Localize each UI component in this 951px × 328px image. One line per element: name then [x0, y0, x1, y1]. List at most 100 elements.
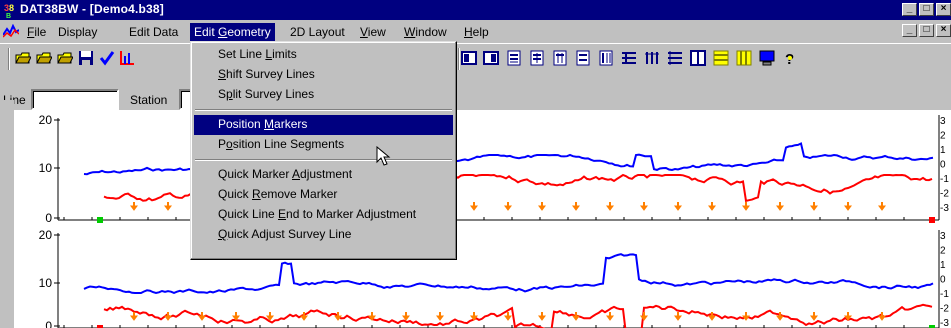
menu-position-markers[interactable]: Position Markers [194, 115, 453, 135]
menu-window[interactable]: Window [400, 23, 451, 41]
menu-2d-layout[interactable]: 2D Layout [286, 23, 349, 41]
marker-arrow [776, 315, 784, 321]
marker-arrow [606, 205, 614, 211]
marker-arrow [334, 315, 342, 321]
right-axis-tick-label: 2 [940, 246, 946, 257]
open-folder-3-icon[interactable] [57, 50, 73, 66]
save-icon[interactable] [78, 50, 94, 66]
open-folder-2-icon[interactable] [36, 50, 52, 66]
right-axis-tick-label: 3 [940, 116, 946, 127]
mdi-restore-button[interactable]: □ [919, 24, 934, 37]
open-folder-icon[interactable] [15, 50, 31, 66]
marker-arrow [164, 205, 172, 211]
right-axis-tick-label: 3 [940, 231, 946, 242]
align-icon-4[interactable] [575, 50, 591, 66]
right-axis-tick-label: -1 [940, 174, 949, 185]
columns-icon[interactable] [736, 50, 752, 66]
marker-arrow [742, 315, 750, 321]
mdi-close-button[interactable]: × [936, 24, 951, 37]
marker-arrow [470, 205, 478, 211]
panel-left-icon[interactable] [461, 50, 477, 66]
menu-quick-marker-adjustment[interactable]: Quick Marker Adjustment [194, 165, 453, 185]
line-input[interactable] [31, 89, 119, 110]
right-axis-tick-label: 0 [940, 275, 946, 286]
profile-chart[interactable]: 201003210-1-2-3201003210-1-2-3 [14, 110, 951, 328]
marker-arrow [198, 315, 206, 321]
svg-text:8: 8 [9, 3, 14, 13]
marker-arrow [504, 315, 512, 321]
menu-separator [195, 109, 452, 111]
profile-chart-area[interactable]: 20 10 0 3 2 1 0 -1 -2 -3 20 10 0 3 2 1 0 -1 -2 -3 [14, 110, 951, 328]
monitor-icon[interactable] [759, 50, 775, 66]
marker-arrow [436, 315, 444, 321]
marker-arrow [606, 315, 614, 321]
marker-arrow [878, 205, 886, 211]
left-axis-tick-label: 20 [39, 113, 53, 127]
menu-split-survey-lines[interactable]: Split Survey Lines [194, 85, 453, 105]
blue-series-line [83, 253, 934, 295]
menu-quick-line-end-to-marker[interactable]: Quick Line End to Marker Adjustment [194, 205, 453, 225]
lines-icon[interactable] [667, 50, 683, 66]
right-axis-tick-label: 0 [940, 160, 946, 171]
align-icon-5[interactable] [598, 50, 614, 66]
app-logo-icon: 3 8 B [3, 2, 19, 18]
align-icon-3[interactable] [552, 50, 568, 66]
mdi-minimize-button[interactable]: _ [902, 24, 917, 37]
menu-edit-data[interactable]: Edit Data [125, 23, 182, 41]
line-end-marker [929, 217, 935, 223]
left-axis-tick-label: 10 [39, 276, 53, 290]
bars-icon[interactable] [644, 50, 660, 66]
right-axis-tick-label: 1 [940, 145, 946, 156]
help-icon[interactable]: ? [782, 50, 798, 66]
marker-arrow [742, 205, 750, 211]
menu-shift-survey-lines[interactable]: Shift Survey Lines [194, 65, 453, 85]
menu-set-line-limits[interactable]: Set Line Limits [194, 45, 453, 65]
window-icon[interactable] [690, 50, 706, 66]
menu-bar: File Display Edit Data Edit Geometry 2D … [0, 20, 951, 42]
right-axis-tick-label: -3 [940, 203, 949, 214]
right-axis-tick-label: -2 [940, 189, 949, 200]
toolbar-grip [8, 48, 10, 70]
menu-view[interactable]: View [356, 23, 390, 41]
document-icon[interactable] [3, 24, 19, 38]
check-icon[interactable] [99, 50, 115, 66]
marker-arrow [572, 315, 580, 321]
menu-file[interactable]: File [23, 23, 50, 41]
minimize-button[interactable]: _ [902, 3, 917, 16]
menu-quick-remove-marker[interactable]: Quick Remove Marker [194, 185, 453, 205]
edit-geometry-dropdown: Set Line Limits Shift Survey Lines Split… [190, 41, 457, 260]
chart-icon[interactable] [119, 50, 135, 66]
marker-arrow [776, 205, 784, 211]
menu-position-line-segments[interactable]: Position Line Segments [194, 135, 453, 155]
marker-arrow [402, 315, 410, 321]
marker-arrow [130, 315, 138, 321]
marker-arrow [674, 205, 682, 211]
menu-quick-adjust-survey-line[interactable]: Quick Adjust Survey Line [194, 225, 453, 245]
svg-text:B: B [6, 13, 11, 18]
menu-edit-geometry[interactable]: Edit Geometry [190, 23, 275, 41]
left-axis-tick-label: 20 [39, 228, 53, 242]
maximize-button[interactable]: □ [919, 3, 934, 16]
list-icon[interactable] [621, 50, 637, 66]
marker-arrow [708, 205, 716, 211]
marker-arrow [164, 315, 172, 321]
rows-icon[interactable] [713, 50, 729, 66]
panel-right-icon[interactable] [483, 50, 499, 66]
marker-arrow [810, 205, 818, 211]
red-series-line [103, 303, 933, 328]
marker-arrow [674, 315, 682, 321]
marker-arrow [300, 315, 308, 321]
align-icon-1[interactable] [506, 50, 522, 66]
marker-arrow [538, 315, 546, 321]
left-axis-tick-label: 0 [45, 319, 52, 328]
left-axis-tick-label: 10 [39, 161, 53, 175]
right-axis-tick-label: 2 [940, 131, 946, 142]
right-axis-tick-label: -2 [940, 304, 949, 315]
marker-arrow [572, 205, 580, 211]
menu-help[interactable]: Help [460, 23, 493, 41]
menu-display[interactable]: Display [54, 23, 101, 41]
align-icon-2[interactable] [529, 50, 545, 66]
marker-arrow [130, 205, 138, 211]
marker-arrow [708, 315, 716, 321]
close-button[interactable]: × [936, 3, 951, 16]
